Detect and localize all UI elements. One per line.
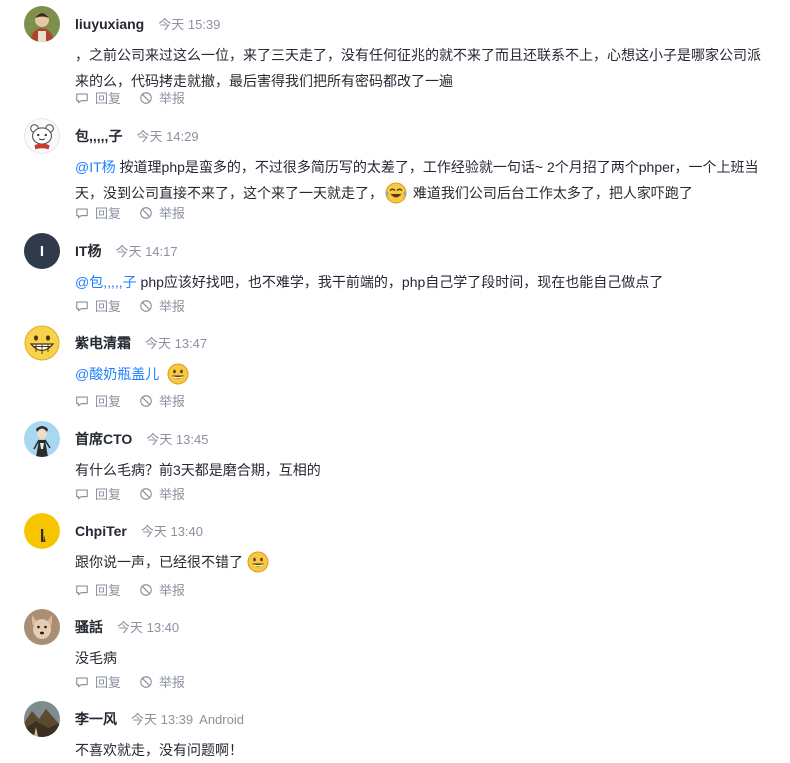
reply-label: 回复 (95, 583, 122, 598)
comment-segment: php应该好找吧，也不难学，我干前端的，php自己学了段时间，现在也能自己做点了 (136, 274, 664, 290)
report-button[interactable]: 举报 (139, 580, 185, 599)
comment-text: 跟你说一声，已经很不错了 (75, 549, 775, 575)
comment-time: 今天 13:40 (140, 524, 204, 539)
report-label: 举报 (159, 91, 186, 106)
reply-button[interactable]: 回复 (75, 391, 121, 410)
comment-time: 今天 13:39 (131, 712, 194, 727)
landscape-avatar-icon[interactable] (24, 701, 60, 737)
comment-line: 不喜欢就走，没有问题啊！ (75, 742, 243, 758)
reply-label: 回复 (95, 299, 122, 314)
report-label: 举报 (159, 206, 186, 221)
comment-time: 今天 14:29 (136, 129, 199, 144)
dog-photo-avatar-icon[interactable] (24, 609, 60, 645)
reply-label: 回复 (95, 394, 122, 409)
reply-button[interactable]: 回复 (75, 296, 121, 315)
comment-time: 今天 15:39 (158, 17, 221, 32)
letter-avatar[interactable]: I (24, 233, 60, 269)
device-label: Android (199, 712, 244, 727)
comment-actions: 回复 举报 (75, 296, 203, 315)
mention-link[interactable]: @包,,,,,子 (75, 274, 137, 290)
reply-button[interactable]: 回复 (75, 484, 121, 503)
comment-actions: 回复 举报 (75, 484, 203, 503)
reply-label: 回复 (95, 675, 122, 690)
grin-emoji-icon (247, 551, 269, 573)
comment-actions: 回复 举报 (75, 672, 203, 691)
comment-time: 今天 14:17 (115, 244, 178, 259)
report-label: 举报 (159, 583, 186, 598)
yellow-avatar-icon[interactable] (24, 513, 60, 549)
comment-line: 没毛病 (75, 650, 117, 666)
comment-text: @酸奶瓶盖儿 (75, 361, 775, 387)
comment-time: 今天 13:47 (145, 336, 208, 351)
reply-button[interactable]: 回复 (75, 580, 121, 599)
mention-link[interactable]: @酸奶瓶盖儿 (75, 366, 159, 382)
comment-line: ，之前公司来过这么一位，来了三天走了，没有任何征兆的就不来了而且还联系不上，心想… (75, 47, 761, 63)
report-icon (139, 583, 153, 597)
cartoon-avatar-icon[interactable] (24, 421, 60, 457)
comment-text: @IT杨 按道理php是蛮多的，不过很多简历写的太差了，工作经验就一句话~ 2个… (75, 154, 775, 206)
comment-actions: 回复 举报 (75, 580, 203, 599)
reply-icon (75, 206, 89, 220)
grin-emoji-avatar-icon[interactable] (24, 325, 60, 361)
reply-icon (75, 299, 89, 313)
reply-icon (75, 583, 89, 597)
report-button[interactable]: 举报 (139, 203, 185, 222)
report-icon (139, 487, 153, 501)
comment-actions: 回复 举报 (75, 88, 203, 107)
report-button[interactable]: 举报 (139, 296, 185, 315)
reply-label: 回复 (95, 206, 122, 221)
laughing-crying-emoji-icon (385, 182, 407, 204)
comment-actions: 回复 举报 (75, 203, 203, 222)
comment-text: 不喜欢就走，没有问题啊！ (75, 737, 775, 763)
report-button[interactable]: 举报 (139, 391, 185, 410)
author-name[interactable]: liuyuxiang (75, 16, 144, 32)
report-label: 举报 (159, 487, 186, 502)
report-button[interactable]: 举报 (139, 88, 185, 107)
comment-segment: 按道理php是蛮多的，不过很多简历写的太差了，工作经验就一句话~ 2个月招了两个… (115, 159, 759, 175)
author-name[interactable]: 包,,,,,子 (75, 126, 122, 146)
report-button[interactable]: 举报 (139, 484, 185, 503)
photo-avatar-icon[interactable] (24, 6, 60, 42)
reply-button[interactable]: 回复 (75, 672, 121, 691)
author-name[interactable]: ChpiTer (75, 523, 127, 539)
comment-segment: 天，没到公司直接不来了，这个来了一天就走了， (75, 185, 383, 201)
report-icon (139, 91, 153, 105)
reply-label: 回复 (95, 487, 122, 502)
panda-avatar-icon[interactable] (24, 118, 60, 154)
author-name[interactable]: 骚話 (75, 617, 103, 637)
comment-text: ，之前公司来过这么一位，来了三天走了，没有任何征兆的就不来了而且还联系不上，心想… (75, 42, 775, 94)
comment-actions: 回复 举报 (75, 391, 203, 410)
comment-text: @包,,,,,子 php应该好找吧，也不难学，我干前端的，php自己学了段时间，… (75, 269, 775, 295)
reply-icon (75, 394, 89, 408)
comment-segment: 难道我们公司后台工作太多了，把人家吓跑了 (409, 185, 693, 201)
report-icon (139, 394, 153, 408)
reply-button[interactable]: 回复 (75, 88, 121, 107)
reply-icon (75, 675, 89, 689)
report-button[interactable]: 举报 (139, 672, 185, 691)
mention-link[interactable]: @IT杨 (75, 159, 116, 175)
author-name[interactable]: IT杨 (75, 241, 101, 261)
comment-line: 有什么毛病？前3天都是磨合期，互相的 (75, 462, 321, 478)
reply-button[interactable]: 回复 (75, 203, 121, 222)
reply-icon (75, 487, 89, 501)
comment-time: 今天 13:45 (146, 432, 209, 447)
report-label: 举报 (159, 394, 186, 409)
comment-text: 没毛病 (75, 645, 775, 671)
comment-segment: 跟你说一声，已经很不错了 (75, 554, 243, 570)
reply-label: 回复 (95, 91, 122, 106)
comment-time: 今天 13:40 (117, 620, 180, 635)
author-name[interactable]: 李一风 (75, 709, 117, 729)
reply-icon (75, 91, 89, 105)
author-name[interactable]: 首席CTO (75, 429, 132, 449)
grin-emoji-icon (167, 363, 189, 385)
author-name[interactable]: 紫电清霜 (75, 333, 131, 353)
report-icon (139, 206, 153, 220)
report-icon (139, 675, 153, 689)
comment-text: 有什么毛病？前3天都是磨合期，互相的 (75, 457, 775, 483)
avatar-letter: I (39, 242, 45, 260)
report-icon (139, 299, 153, 313)
report-label: 举报 (159, 299, 186, 314)
report-label: 举报 (159, 675, 186, 690)
